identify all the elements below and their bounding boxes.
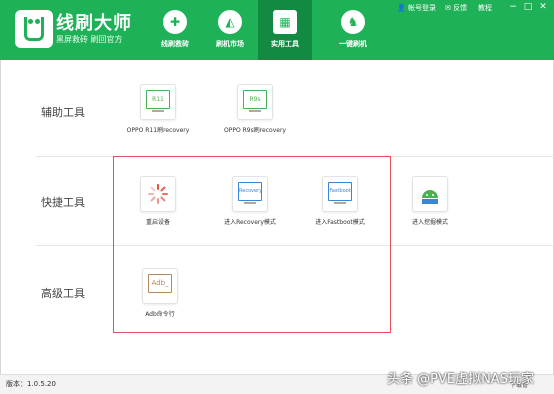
bunny-icon: ♞ [341, 10, 365, 34]
feedback-icon: ✉ [445, 4, 451, 12]
monitor-icon: R9s [237, 84, 273, 120]
feedback-link[interactable]: ✉ 反馈 [445, 3, 467, 13]
tool-label: OPPO R9s刷recovery [224, 127, 286, 134]
tab-rom-market[interactable]: ◭ 刷机市场 [203, 0, 257, 60]
tool-enter-dig-mode[interactable]: 进入挖掘模式 [385, 176, 475, 226]
tab-one-click-flash[interactable]: ♞ 一键刷机 [326, 0, 380, 60]
app-logo [15, 10, 53, 48]
tab-utility-tools[interactable]: ▦ 实用工具 [258, 0, 312, 60]
tool-oppo-r9s-recovery[interactable]: R9s OPPO R9s刷recovery [210, 84, 300, 134]
tool-label: OPPO R11刷recovery [126, 127, 190, 134]
maximize-button[interactable]: □ [522, 2, 534, 12]
app-header: 线刷大师 黑屏救砖 刷回官方 ✚ 线刷救砖 ◭ 刷机市场 ▦ 实用工具 ♞ 一键… [0, 0, 554, 60]
login-link[interactable]: 👤 帐号登录 [397, 3, 436, 13]
tutorial-label: 教程 [478, 4, 492, 12]
android-icon [412, 176, 448, 212]
login-label: 帐号登录 [407, 4, 436, 12]
watermark: 头条 @PVE虚拟NAS玩家 [387, 372, 534, 387]
plus-icon: ✚ [163, 10, 187, 34]
section-label-quick: 快捷工具 [41, 196, 85, 209]
section-label-advanced: 高级工具 [41, 287, 85, 300]
tutorial-link[interactable]: 教程 [478, 3, 492, 13]
android-icon: ◭ [218, 10, 242, 34]
tab-flash-rescue[interactable]: ✚ 线刷救砖 [148, 0, 202, 60]
feedback-label: 反馈 [453, 4, 468, 12]
tool-label: 进入挖掘模式 [411, 219, 448, 226]
tab-label: 一键刷机 [339, 40, 367, 48]
tool-oppo-r11-recovery[interactable]: R11 OPPO R11刷recovery [113, 84, 203, 134]
user-icon: 👤 [397, 4, 406, 12]
app-title: 线刷大师 [56, 13, 132, 34]
version-label: 版本：1.0.5.20 [6, 380, 56, 388]
tab-label: 实用工具 [271, 40, 299, 48]
grid-icon: ▦ [273, 10, 297, 34]
minimize-button[interactable]: − [507, 2, 519, 12]
section-label-assist: 辅助工具 [41, 106, 85, 119]
tab-label: 线刷救砖 [161, 40, 189, 48]
monitor-icon: R11 [140, 84, 176, 120]
close-button[interactable]: ✕ [537, 2, 549, 12]
tab-label: 刷机市场 [216, 40, 244, 48]
app-subtitle: 黑屏救砖 刷回官方 [56, 35, 123, 44]
highlight-annotation-frame [113, 156, 391, 333]
